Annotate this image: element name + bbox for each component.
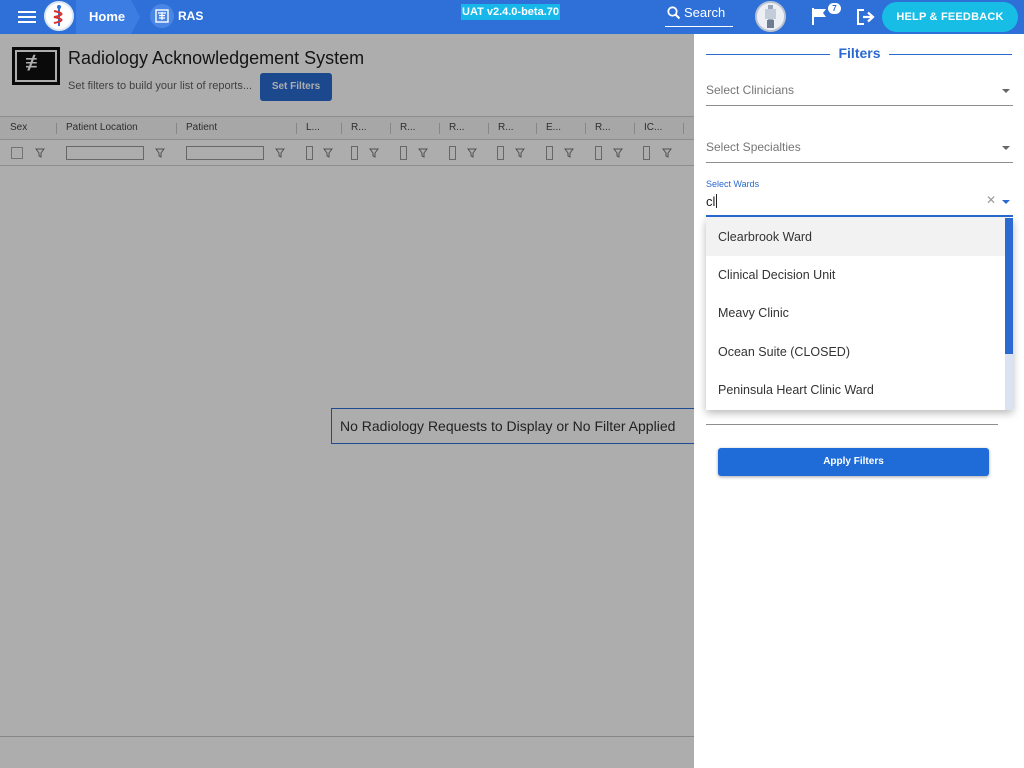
help-feedback-button[interactable]: HELP & FEEDBACK (882, 2, 1018, 32)
chevron-down-icon[interactable] (1002, 200, 1010, 204)
search-label: Search (684, 5, 726, 20)
top-app-bar: Home RAS UAT v2.4.0-beta.70 Search 7 HEL… (0, 0, 1024, 34)
version-badge: UAT v2.4.0-beta.70 (461, 4, 561, 20)
logout-button[interactable] (856, 8, 876, 31)
wards-label: Select Wards (706, 179, 760, 189)
search-icon (667, 6, 681, 20)
flag-icon (812, 8, 826, 25)
xray-icon (155, 9, 169, 23)
clinicians-select[interactable]: Select Clinicians (706, 76, 1013, 106)
user-avatar[interactable] (755, 1, 786, 32)
chevron-down-icon[interactable] (1002, 89, 1010, 93)
ward-option[interactable]: Clinical Decision Unit (706, 256, 1005, 294)
options-scrollbar-thumb[interactable] (1005, 218, 1013, 354)
breadcrumb-home[interactable]: Home (76, 0, 140, 34)
logout-icon (857, 9, 875, 25)
field-divider (706, 424, 998, 425)
text-cursor (716, 194, 717, 208)
caduceus-icon (53, 5, 63, 26)
ras-icon[interactable] (150, 4, 174, 28)
ward-option[interactable]: Peninsula Heart Clinic Ward (706, 371, 1005, 409)
clinicians-placeholder: Select Clinicians (706, 83, 795, 97)
wards-options-list: Clearbrook Ward Clinical Decision Unit M… (706, 218, 1013, 410)
specialties-select[interactable]: Select Specialties (706, 133, 1013, 163)
notifications-button[interactable] (810, 6, 830, 31)
avatar-image (757, 3, 784, 30)
search-button[interactable]: Search (665, 3, 733, 27)
menu-icon[interactable] (18, 9, 36, 25)
app-logo[interactable] (44, 1, 74, 31)
drawer-backdrop[interactable] (0, 34, 694, 768)
drawer-header: Filters (706, 44, 1012, 64)
chevron-down-icon[interactable] (1002, 146, 1010, 150)
filters-drawer: Filters Select Clinicians Select Special… (694, 34, 1024, 768)
breadcrumb-ras[interactable]: RAS (178, 0, 203, 32)
ward-option[interactable]: Ocean Suite (CLOSED) (706, 333, 1005, 371)
clear-icon[interactable]: ✕ (986, 193, 996, 207)
ward-option[interactable]: Meavy Clinic (706, 294, 1005, 332)
wards-search-input[interactable]: cl (706, 194, 715, 209)
wards-select[interactable]: Select Wards cl ✕ (706, 177, 1013, 217)
notifications-badge: 7 (828, 3, 841, 14)
drawer-title: Filters (838, 45, 881, 61)
ward-option[interactable]: Clearbrook Ward (706, 218, 1005, 256)
specialties-placeholder: Select Specialties (706, 140, 801, 154)
apply-filters-button[interactable]: Apply Filters (718, 448, 989, 476)
